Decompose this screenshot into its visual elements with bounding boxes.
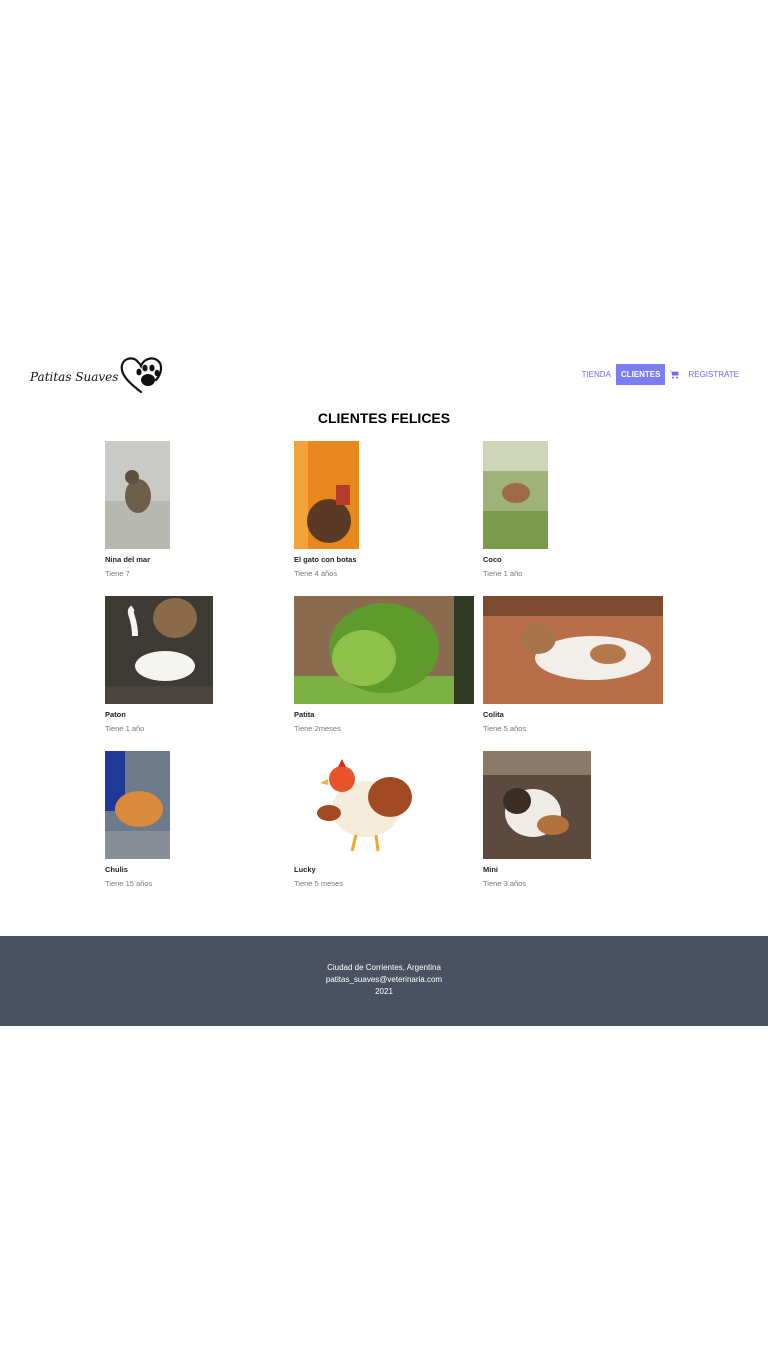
client-age: Tiene 15 años — [105, 879, 153, 888]
client-name: Nina del mar — [105, 555, 151, 564]
client-card: Lucky Tiene 5 meses — [294, 751, 424, 888]
footer-email[interactable]: patitas_suaves@veterinaria.com — [0, 974, 768, 986]
client-card: Nina del mar Tiene 7 — [105, 441, 170, 578]
site-footer: Ciudad de Corrientes, Argentina patitas_… — [0, 936, 768, 1026]
client-name: Patita — [294, 710, 315, 719]
client-card: El gato con botas Tiene 4 años — [294, 441, 359, 578]
client-photo — [483, 441, 548, 549]
client-name: Lucky — [294, 865, 316, 874]
client-photo — [105, 751, 170, 859]
client-age: Tiene 1 año — [105, 724, 145, 733]
main-nav: TIENDA CLIENTES REGISTRATE — [577, 364, 744, 385]
client-photo — [294, 596, 474, 704]
nav-tienda[interactable]: TIENDA — [577, 364, 616, 385]
client-photo — [483, 751, 591, 859]
client-age: Tiene 2meses — [294, 724, 341, 733]
client-card: Colita Tiene 5 años — [483, 596, 663, 733]
heart-paw-icon — [120, 357, 163, 394]
client-age: Tiene 7 — [105, 569, 130, 578]
client-name: Colita — [483, 710, 504, 719]
client-name: El gato con botas — [294, 555, 357, 564]
client-name: Mini — [483, 865, 498, 874]
footer-year: 2021 — [375, 987, 393, 996]
client-photo — [294, 441, 359, 549]
site-header: Patitas Suaves TIENDA CLIENTES REGISTRAT… — [0, 350, 768, 400]
page-title: CLIENTES FELICES — [317, 410, 451, 426]
brand-logo[interactable]: Patitas Suaves — [30, 356, 163, 398]
client-card: Mini Tiene 3 años — [483, 751, 591, 888]
client-photo — [483, 596, 663, 704]
client-card: Patita Tiene 2meses — [294, 596, 474, 733]
client-age: Tiene 5 meses — [294, 879, 343, 888]
client-name: Coco — [483, 555, 502, 564]
nav-registrate[interactable]: REGISTRATE — [683, 364, 744, 385]
nav-clientes[interactable]: CLIENTES — [615, 364, 666, 385]
client-photo — [105, 441, 170, 549]
client-age: Tiene 5 años — [483, 724, 527, 733]
client-card: Paton Tiene 1 año — [105, 596, 213, 733]
client-age: Tiene 1 año — [483, 569, 523, 578]
cart-icon[interactable] — [667, 368, 681, 382]
client-photo — [105, 596, 213, 704]
client-card: Coco Tiene 1 año — [483, 441, 548, 578]
client-card: Chulis Tiene 15 años — [105, 751, 170, 888]
client-photo — [294, 751, 424, 859]
footer-location: Ciudad de Corrientes, Argentina — [327, 963, 441, 972]
brand-name: Patitas Suaves — [30, 370, 119, 384]
client-name: Chulis — [105, 865, 128, 874]
client-age: Tiene 4 años — [294, 569, 338, 578]
client-age: Tiene 3 años — [483, 879, 527, 888]
client-name: Paton — [105, 710, 126, 719]
